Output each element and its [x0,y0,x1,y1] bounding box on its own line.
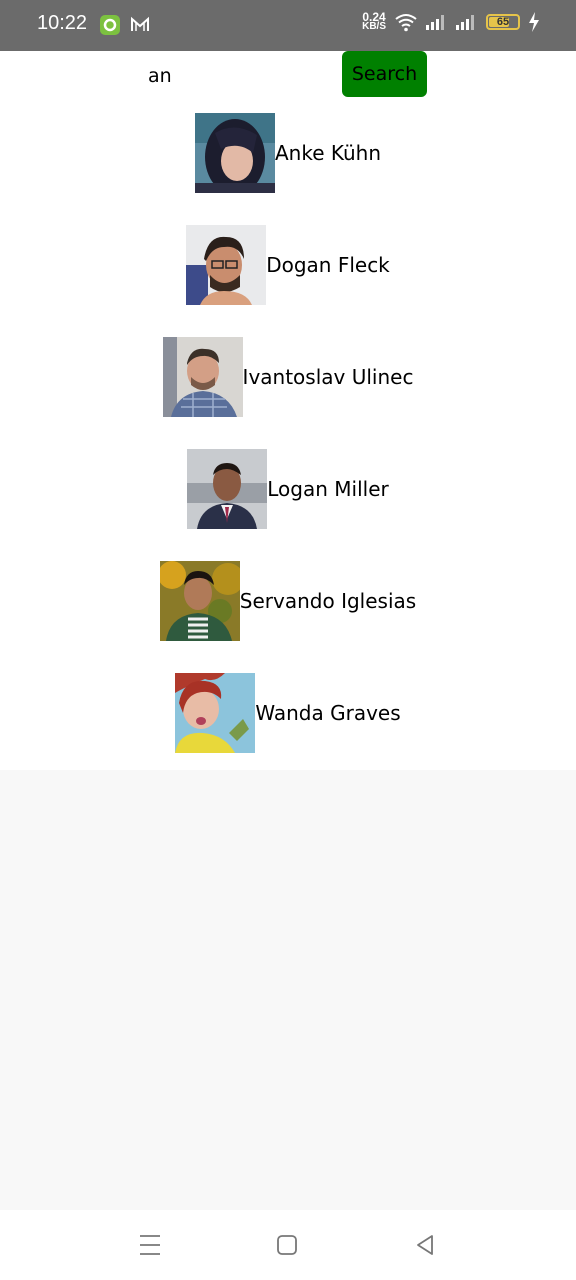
status-indicators: 0.24 KB/S 65 [362,11,540,32]
person-name: Ivantoslav Ulinec [242,365,414,389]
menu-icon[interactable] [135,1230,165,1260]
person-name: Wanda Graves [255,701,401,725]
list-item[interactable]: Ivantoslav Ulinec [0,337,576,449]
person-name: Logan Miller [267,477,389,501]
search-input[interactable] [140,59,346,93]
signal-icon-2 [456,15,474,30]
network-speed-unit: KB/S [362,21,386,32]
wifi-icon [395,14,417,32]
app-notification-icon [100,15,120,35]
person-name: Dogan Fleck [266,253,390,277]
back-icon[interactable] [410,1230,440,1260]
battery-level: 65 [496,16,510,28]
status-bar: 10:22 0.24 KB/S 65 [0,0,576,51]
avatar-dogan [186,225,267,305]
app-content: Search Anke Kühn [0,51,576,770]
list-item[interactable]: Wanda Graves [0,673,576,785]
battery-icon: 65 [486,14,520,30]
search-button[interactable]: Search [342,51,427,97]
list-item[interactable]: Anke Kühn [0,113,576,225]
list-item[interactable]: Dogan Fleck [0,225,576,337]
network-speed: 0.24 KB/S [362,11,386,32]
person-name: Servando Iglesias [239,589,417,613]
results-list: Anke Kühn Dogan Fleck Ivantoslav Ulinec … [0,113,576,785]
system-nav-bar [0,1210,576,1280]
person-name: Anke Kühn [274,141,382,165]
status-time: 10:22 [37,12,88,34]
avatar-anke [194,113,275,193]
signal-icon [426,15,444,30]
list-item[interactable]: Servando Iglesias [0,561,576,673]
avatar-ivantoslav [162,337,243,417]
mail-icon [131,16,149,31]
avatar-logan [187,449,268,529]
avatar-wanda [175,673,256,753]
avatar-servando [159,561,240,641]
list-item[interactable]: Logan Miller [0,449,576,561]
home-icon[interactable] [272,1230,302,1260]
search-bar: Search [0,51,576,101]
charging-icon [529,12,539,32]
